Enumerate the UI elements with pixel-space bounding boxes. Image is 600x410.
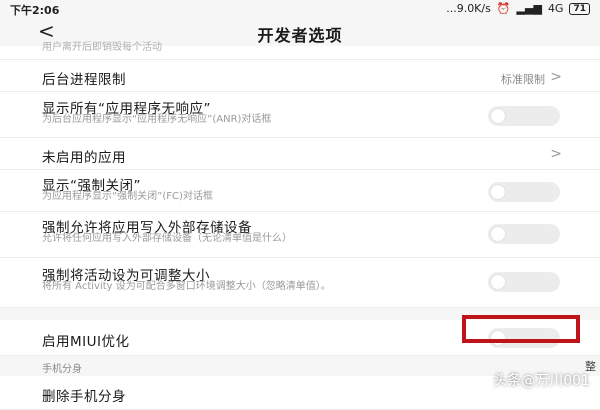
toggle-knob bbox=[491, 185, 505, 199]
toggle-knob bbox=[491, 109, 505, 123]
list-item-force-external-storage[interactable]: 强制允许将应用写入外部存储设备 允许将任何应用写入外部存储设备（无论清单值是什么… bbox=[0, 212, 600, 258]
status-time: 下午2:06 bbox=[10, 4, 60, 17]
alarm-icon: ⏰ bbox=[496, 2, 511, 15]
resizable-toggle[interactable] bbox=[488, 272, 560, 292]
list-item-desc: 将所有 Activity 设为可配合多窗口环境调整大小（忽略清单值）。 bbox=[42, 281, 331, 292]
miui-optimization-toggle[interactable] bbox=[488, 328, 560, 348]
toggle-knob bbox=[491, 227, 505, 241]
list-item-show-all-anr[interactable]: 显示所有“应用程序无响应” 为后台应用程序显示“应用程序无响应”(ANR)对话框 bbox=[0, 92, 600, 138]
list-item-desc: 为应用程序显示“强制关闭”(FC)对话框 bbox=[42, 191, 213, 202]
list-item-show-force-close[interactable]: 显示“强制关闭” 为应用程序显示“强制关闭”(FC)对话框 bbox=[0, 170, 600, 212]
section-spacer bbox=[0, 308, 600, 320]
force-close-toggle[interactable] bbox=[488, 182, 560, 202]
list-item-desc: 用户离开后即销毁每个活动 bbox=[42, 42, 162, 53]
section-header: 手机分身 bbox=[42, 364, 82, 375]
chevron-right-icon: > bbox=[550, 69, 562, 85]
list-item-enable-miui-optimization[interactable]: 启用MIUI优化 bbox=[0, 320, 600, 356]
list-item-background-process-limit[interactable]: 后台进程限制 标准限制 > bbox=[0, 60, 600, 92]
list-item-force-resizable[interactable]: 强制将活动设为可调整大小 将所有 Activity 设为可配合多窗口环境调整大小… bbox=[0, 258, 600, 308]
list-item-inactive-apps[interactable]: 未启用的应用 > bbox=[0, 138, 600, 170]
list-item-desc: 为后台应用程序显示“应用程序无响应”(ANR)对话框 bbox=[42, 114, 272, 125]
status-right: ...9.0K/s ⏰ ▂▄▆ 4G 71 bbox=[446, 2, 590, 15]
watermark: 头条@万川001 bbox=[493, 373, 590, 389]
anr-toggle[interactable] bbox=[488, 106, 560, 126]
list-item-desc: 允许将任何应用写入外部存储设备（无论清单值是什么） bbox=[42, 233, 292, 244]
list-item-cut-off[interactable]: 用户离开后即销毁每个活动 bbox=[0, 42, 600, 60]
signal-icon: ▂▄▆ bbox=[516, 2, 542, 15]
list-item-title: 删除手机分身 bbox=[42, 389, 126, 405]
external-storage-toggle[interactable] bbox=[488, 224, 560, 244]
toggle-knob bbox=[491, 275, 505, 289]
settings-list: 用户离开后即销毁每个活动 后台进程限制 标准限制 > 显示所有“应用程序无响应”… bbox=[0, 42, 600, 410]
list-item-value: 标准限制 bbox=[501, 73, 545, 86]
network-speed: ...9.0K/s bbox=[446, 2, 491, 15]
toggle-knob bbox=[491, 331, 505, 345]
chevron-right-icon: > bbox=[550, 146, 562, 162]
battery-icon: 71 bbox=[569, 2, 590, 15]
list-item-title: 后台进程限制 bbox=[42, 72, 126, 88]
network-type: 4G bbox=[547, 2, 564, 15]
list-item-title: 未启用的应用 bbox=[42, 150, 126, 166]
list-item-title: 启用MIUI优化 bbox=[42, 334, 130, 350]
status-bar: 下午2:06 ...9.0K/s ⏰ ▂▄▆ 4G 71 bbox=[0, 0, 600, 18]
